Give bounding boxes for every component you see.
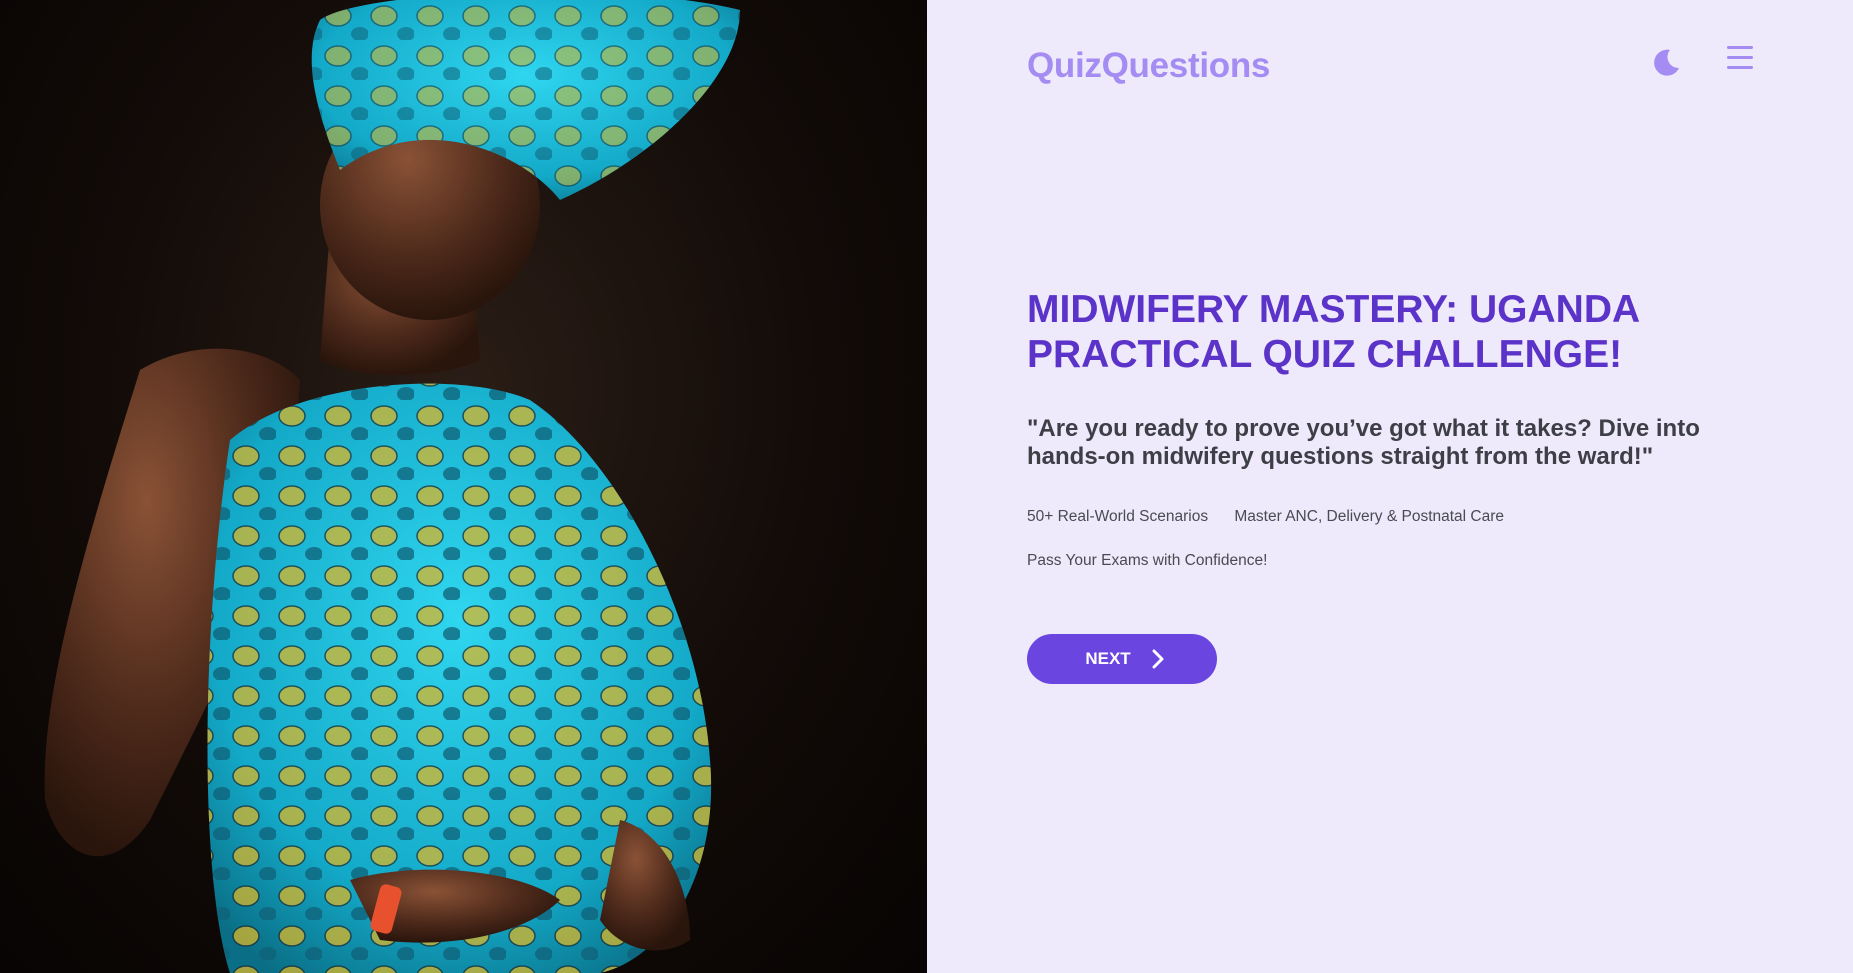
feature-item: 50+ Real-World Scenarios — [1027, 508, 1209, 525]
site-logo[interactable]: QuizQuestions — [1027, 46, 1270, 86]
tagline: "Are you ready to prove you’ve got what … — [1027, 415, 1700, 470]
next-button[interactable]: NEXT — [1027, 634, 1217, 684]
hamburger-menu-icon[interactable] — [1727, 46, 1753, 70]
feature-item: Master ANC, Delivery & Postnatal Care — [1234, 508, 1505, 525]
page-title: MIDWIFERY MASTERY: UGANDA PRACTICAL QUIZ… — [1027, 288, 1639, 376]
hero-photo — [0, 0, 927, 973]
moon-icon[interactable] — [1650, 46, 1682, 78]
chevron-right-icon — [1152, 649, 1164, 669]
content-panel: QuizQuestions MIDWIFERY MASTERY: UGANDA … — [927, 0, 1853, 973]
feature-list: 50+ Real-World Scenarios Master ANC, Del… — [1027, 508, 1747, 596]
feature-item: Pass Your Exams with Confidence! — [1027, 552, 1268, 569]
next-button-label: NEXT — [1085, 649, 1131, 668]
